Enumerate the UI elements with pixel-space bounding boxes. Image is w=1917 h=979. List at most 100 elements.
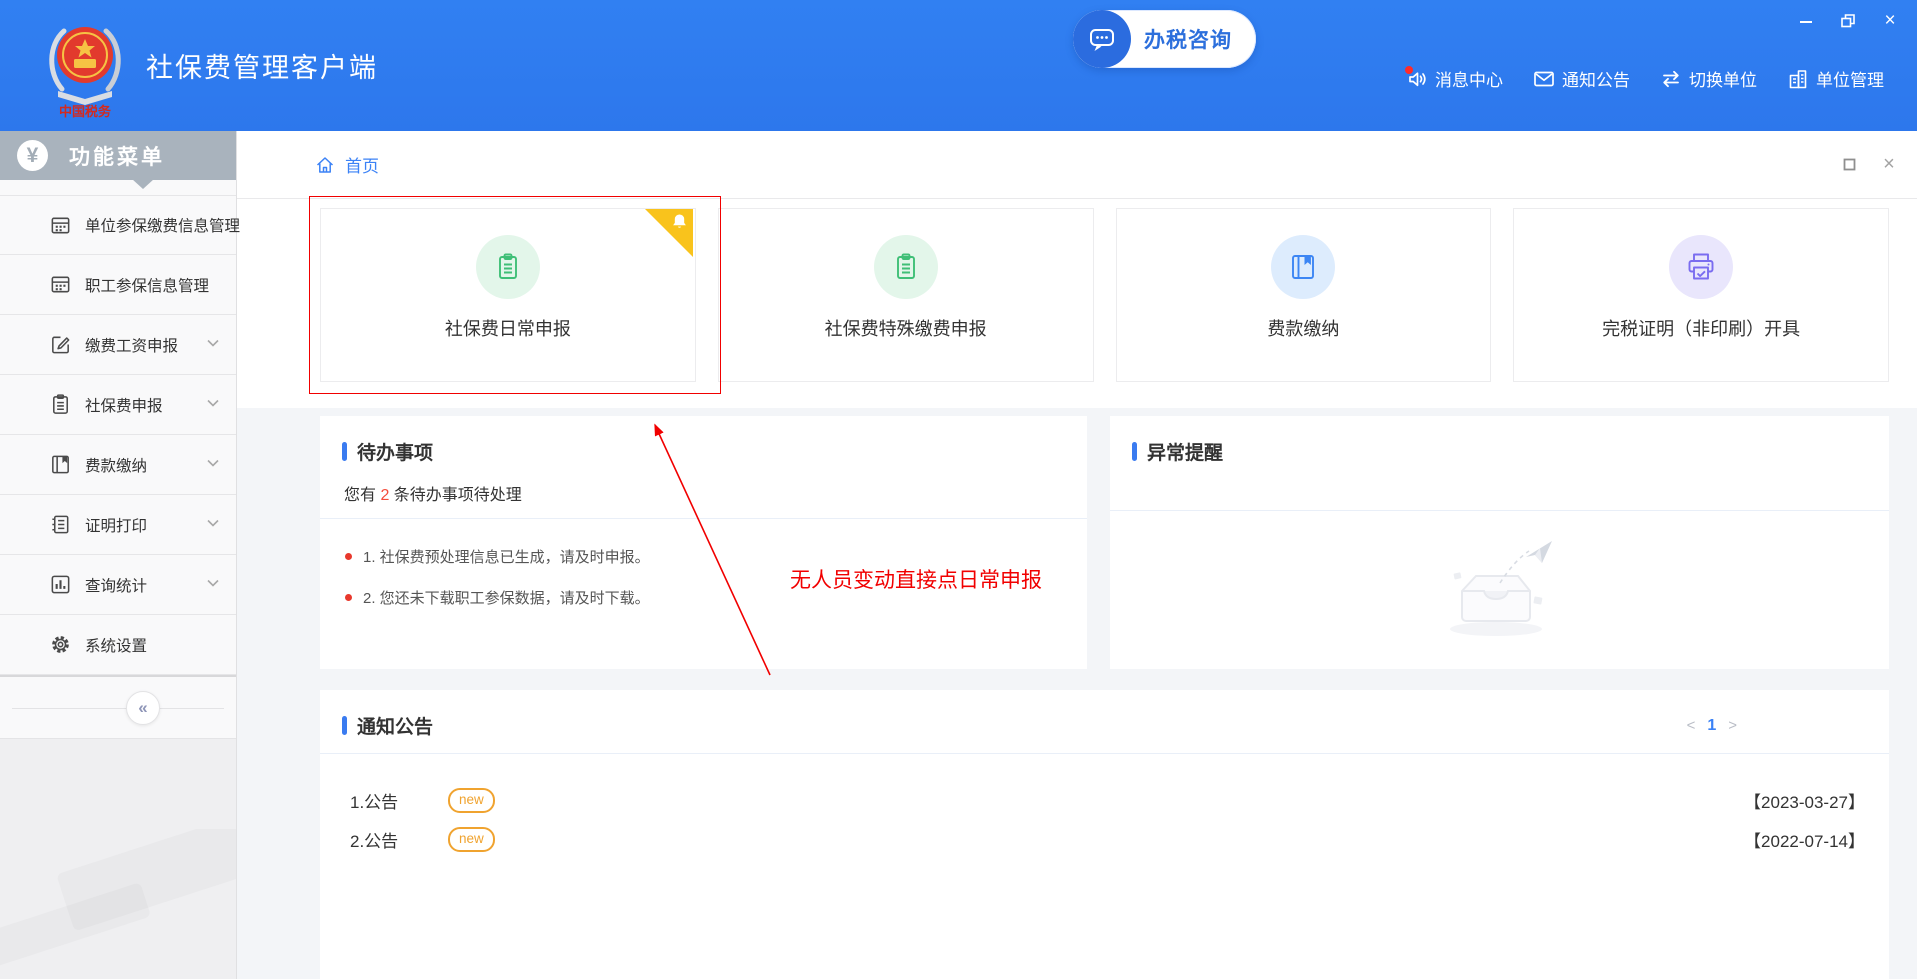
tax-consult-button[interactable]: 办税咨询 [1073,10,1256,68]
envelope-icon [1533,68,1555,90]
unread-dot [1405,66,1413,74]
sidebar-menu: 单位参保缴费信息管理 职工参保信息管理 [0,180,236,675]
todo-item[interactable]: 2. 您还未下载职工参保数据，请及时下载。 [345,577,1063,618]
page-prev-button[interactable]: < [1687,717,1696,734]
clipboard-icon [476,235,540,299]
card-daily-declaration[interactable]: 社保费日常申报 [320,208,696,382]
chevron-down-icon [207,459,219,467]
building-icon [1787,68,1809,90]
nav-notice-board[interactable]: 通知公告 [1533,66,1630,91]
nav-message-center[interactable]: 消息中心 [1406,66,1503,91]
card-special-declaration[interactable]: 社保费特殊缴费申报 [718,208,1094,382]
todo-summary: 您有 2 条待办事项待处理 [344,481,1087,505]
sidebar-item-query-statistics[interactable]: 查询统计 [0,555,236,615]
bell-icon [672,213,687,229]
tab-close-button[interactable]: × [1880,156,1898,174]
speaker-icon [1406,68,1428,90]
clipboard-icon [874,235,938,299]
card-label: 费款缴纳 [1267,315,1339,341]
sidebar: ¥ 功能菜单 单位参保缴费信息管理 [0,131,237,979]
section-accent-bar [342,442,347,461]
sidebar-watermark [0,829,236,979]
alerts-title: 异常提醒 [1147,438,1223,465]
sidebar-item-fee-payment[interactable]: 费款缴纳 [0,435,236,495]
bell-ribbon [645,209,693,257]
nav-unit-management[interactable]: 单位管理 [1787,66,1884,91]
home-icon [315,155,335,175]
card-tax-certificate[interactable]: 完税证明（非印刷）开具 [1513,208,1889,382]
clipboard-icon [48,393,72,417]
chevron-down-icon [207,579,219,587]
book-bookmark-icon [1271,235,1335,299]
chevron-down-icon [207,399,219,407]
sidebar-collapse-button[interactable]: « [126,691,160,725]
sidebar-item-employee-insurance-info[interactable]: 职工参保信息管理 [0,255,236,315]
red-dot-icon [345,594,352,601]
notice-date: 【2023-03-27】 [1744,788,1865,813]
app-window: 中国税务 社保费管理客户端 × [0,0,1917,979]
tab-maximize-button[interactable] [1840,156,1858,174]
sidebar-item-wage-declaration[interactable]: 缴费工资申报 [0,315,236,375]
nav-label: 消息中心 [1435,66,1503,91]
todo-title: 待办事项 [357,438,433,465]
notices-pagination: < 1 > [1687,717,1737,735]
breadcrumb-bar: 首页 × [237,131,1917,199]
yuan-icon: ¥ [17,140,48,171]
nav-switch-unit[interactable]: 切换单位 [1660,66,1757,91]
close-button[interactable]: × [1881,12,1899,30]
divider [12,708,224,709]
todo-panel: 待办事项 您有 2 条待办事项待处理 1. 社保费预处理信息已生成，请及时申报。 [320,416,1087,669]
chevron-down-icon [207,519,219,527]
sidebar-header-notch [132,179,154,189]
card-label: 完税证明（非印刷）开具 [1602,315,1800,341]
card-fee-payment[interactable]: 费款缴纳 [1116,208,1492,382]
todo-item[interactable]: 1. 社保费预处理信息已生成，请及时申报。 [345,536,1063,577]
app-title: 社保费管理客户端 [146,46,378,85]
content-area: 首页 × [237,131,1917,979]
section-accent-bar [1132,442,1137,461]
brand: 中国税务 社保费管理客户端 [44,0,378,131]
sidebar-item-social-fee-declaration[interactable]: 社保费申报 [0,375,236,435]
app-header: 中国税务 社保费管理客户端 × [0,0,1917,131]
bar-chart-icon [48,573,72,597]
new-badge: new [448,788,495,813]
notice-item[interactable]: 2.公告 new 【2022-07-14】 [350,820,1865,859]
new-badge: new [448,827,495,852]
card-label: 社保费日常申报 [445,315,571,341]
edit-icon [48,333,72,357]
sidebar-item-unit-insurance-info[interactable]: 单位参保缴费信息管理 [0,195,236,255]
sidebar-collapse-strip: « [0,675,236,739]
sidebar-header: ¥ 功能菜单 [0,131,236,180]
notice-item[interactable]: 1.公告 new 【2023-03-27】 [350,781,1865,820]
page-number[interactable]: 1 [1707,717,1716,735]
notices-title: 通知公告 [357,712,433,739]
card-label: 社保费特殊缴费申报 [825,315,987,341]
section-accent-bar [342,716,347,735]
breadcrumb-home-tab[interactable]: 首页 [345,152,379,177]
restore-button[interactable] [1839,12,1857,30]
home-page: 社保费日常申报 社保费特殊缴费申报 [237,199,1917,979]
gear-icon [48,633,72,657]
notice-date: 【2022-07-14】 [1744,827,1865,852]
nav-label: 单位管理 [1816,66,1884,91]
page-next-button[interactable]: > [1728,717,1737,734]
printer-icon [1669,235,1733,299]
minimize-button[interactable] [1797,12,1815,30]
document-icon [48,513,72,537]
sidebar-item-certificate-print[interactable]: 证明打印 [0,495,236,555]
nav-label: 通知公告 [1562,66,1630,91]
table-icon [48,213,72,237]
notices-panel: 通知公告 < 1 > 1.公告 new 【2023-03-27】 [320,690,1889,979]
empty-state-illustration [1110,535,1889,640]
alerts-panel: 异常提醒 [1110,416,1889,669]
divider [1110,510,1889,511]
swap-arrows-icon [1660,68,1682,90]
sidebar-item-system-settings[interactable]: 系统设置 [0,615,236,675]
china-tax-logo: 中国税务 [44,13,126,119]
red-dot-icon [345,553,352,560]
sidebar-header-label: 功能菜单 [69,141,165,171]
window-controls: × [1797,12,1899,30]
logo-caption: 中国税务 [59,104,112,119]
consult-label: 办税咨询 [1144,24,1232,54]
table-icon [48,273,72,297]
